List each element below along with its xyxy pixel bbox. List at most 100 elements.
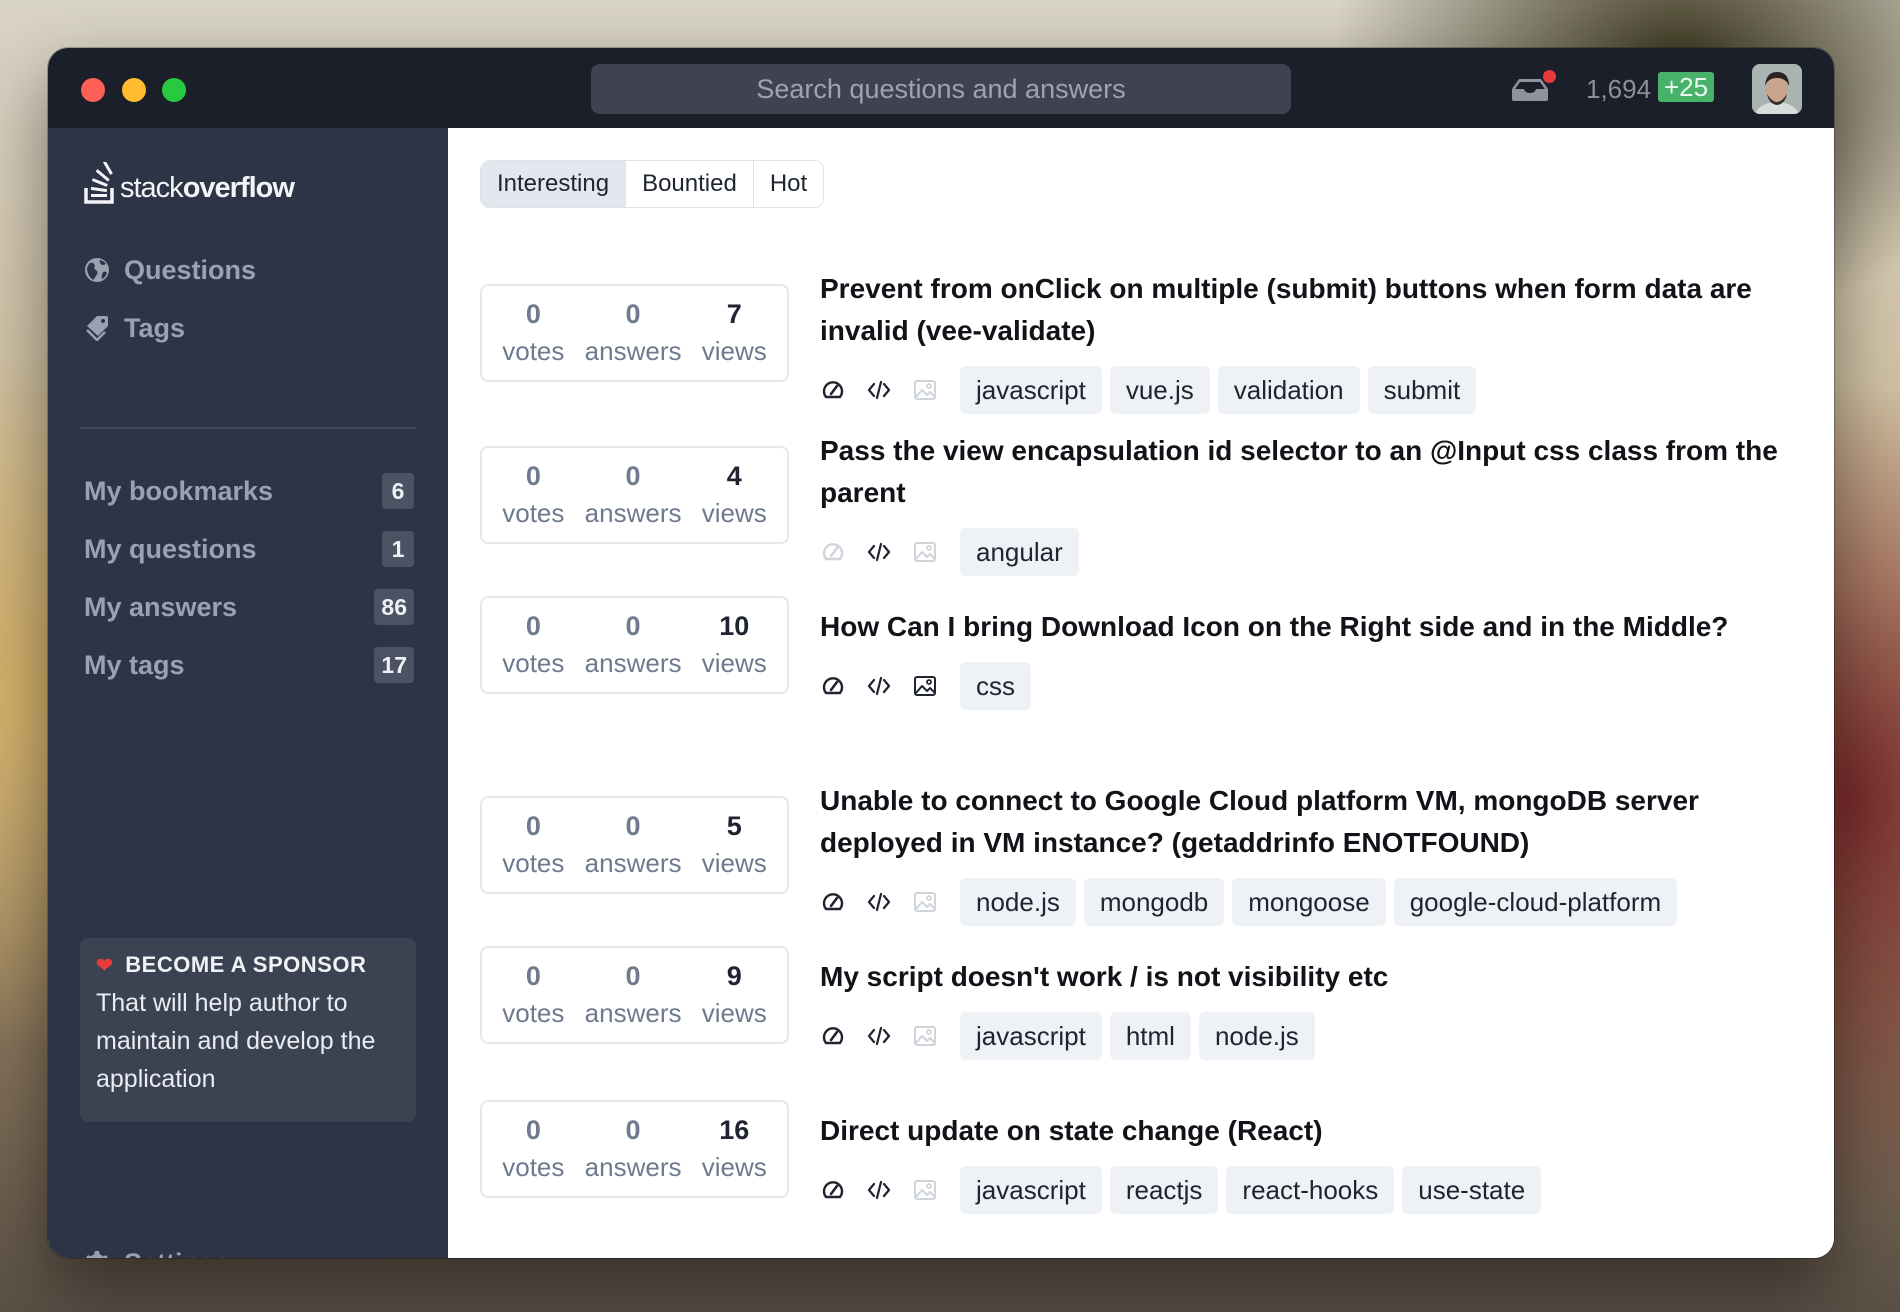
answers-label: answers [584, 336, 682, 366]
zoom-window-button[interactable] [162, 78, 186, 102]
tag-chip[interactable]: javascript [960, 1012, 1102, 1060]
votes-count: 0 [525, 611, 541, 641]
question-stats: 0 votes 0 answers 7 views [480, 284, 789, 382]
filter-tabs: Interesting Bountied Hot [480, 160, 825, 208]
question-meta: javascript reactjs react-hooks use-state [820, 1166, 1800, 1214]
question-title[interactable]: Unable to connect to Google Cloud platfo… [820, 780, 1800, 864]
sidebar-item-my-answers[interactable]: My answers 86 [84, 588, 414, 626]
sidebar-item-my-questions[interactable]: My questions 1 [84, 530, 414, 568]
views-stat: 16 views [702, 1112, 767, 1186]
search-input[interactable] [591, 64, 1291, 114]
sidebar-item-tags[interactable]: Tags [84, 308, 185, 348]
sidebar-item-settings[interactable]: Settings [84, 1243, 231, 1258]
tag-chip[interactable]: mongodb [1083, 878, 1225, 926]
tag-list: node.js mongodb mongoose google-cloud-platf… [960, 878, 1685, 926]
tag-chip[interactable]: html [1109, 1012, 1191, 1060]
tag-chip[interactable]: google-cloud-platform [1393, 878, 1678, 926]
views-stat: 10 views [702, 608, 767, 682]
tag-chip[interactable]: validation [1217, 366, 1360, 414]
answers-stat: 0 answers [585, 1112, 682, 1186]
tag-list: javascript vue.js validation submit [960, 366, 1484, 414]
answers-stat: 0 answers [585, 808, 682, 882]
question-title[interactable]: Pass the view encapsulation id selector … [820, 430, 1800, 514]
tag-chip[interactable]: node.js [960, 878, 1076, 926]
image-icon [914, 1180, 936, 1200]
votes-stat: 0 votes [502, 296, 564, 370]
answers-label: answers [584, 498, 682, 528]
tag-chip[interactable]: reactjs [1109, 1166, 1219, 1214]
tag-chip[interactable]: submit [1367, 366, 1477, 414]
tag-list: javascript reactjs react-hooks use-state [960, 1166, 1549, 1214]
close-window-button[interactable] [81, 78, 105, 102]
sidebar: stackoverflow Questions Tags My bookmark… [48, 128, 448, 1258]
count-badge: 17 [374, 647, 414, 683]
tag-chip[interactable]: vue.js [1109, 366, 1210, 414]
sidebar-item-label: Settings [124, 1248, 231, 1259]
tab-bountied[interactable]: Bountied [625, 161, 753, 207]
tag-chip[interactable]: angular [960, 528, 1079, 576]
code-icon [867, 676, 891, 696]
answers-stat: 0 answers [585, 958, 682, 1032]
question-title[interactable]: How Can I bring Download Icon on the Rig… [820, 606, 1800, 648]
votes-label: votes [502, 336, 565, 366]
tag-chip[interactable]: use-state [1402, 1166, 1542, 1214]
views-stat: 4 views [702, 458, 767, 532]
logo-text-light: stack [120, 172, 184, 204]
views-label: views [701, 336, 767, 366]
minimize-window-button[interactable] [122, 78, 146, 102]
gauge-icon [822, 543, 844, 561]
code-icon [867, 892, 891, 912]
stackoverflow-logo[interactable]: stackoverflow [84, 158, 295, 204]
answers-count: 0 [625, 1115, 641, 1145]
gauge-icon [822, 893, 844, 911]
globe-icon [85, 258, 109, 282]
votes-label: votes [502, 498, 565, 528]
votes-count: 0 [525, 1115, 541, 1145]
sponsor-card[interactable]: ❤ BECOME A SPONSOR That will help author… [80, 938, 416, 1122]
code-icon [867, 1180, 891, 1200]
answers-stat: 0 answers [585, 608, 682, 682]
tag-chip[interactable]: react-hooks [1226, 1166, 1395, 1214]
question-body: My script doesn't work / is not visibili… [820, 956, 1800, 1060]
answers-label: answers [584, 998, 682, 1028]
gauge-icon [822, 1027, 844, 1045]
tag-list: javascript html node.js [960, 1012, 1323, 1060]
sidebar-item-my-bookmarks[interactable]: My bookmarks 6 [84, 472, 414, 510]
tag-chip[interactable]: javascript [960, 366, 1102, 414]
views-label: views [701, 648, 767, 678]
question-meta: node.js mongodb mongoose google-cloud-platf… [820, 878, 1800, 926]
question-stats: 0 votes 0 answers 5 views [480, 796, 789, 894]
reputation-count: 1,694 [1586, 74, 1652, 104]
tab-interesting[interactable]: Interesting [481, 161, 626, 207]
question-body: Direct update on state change (React) ja… [820, 1110, 1800, 1214]
tag-chip[interactable]: node.js [1198, 1012, 1315, 1060]
sidebar-item-questions[interactable]: Questions [84, 250, 256, 290]
user-avatar[interactable] [1752, 64, 1802, 114]
answers-label: answers [584, 848, 682, 878]
question-title[interactable]: Direct update on state change (React) [820, 1110, 1800, 1152]
question-flags [820, 1023, 958, 1049]
titlebar: 1,694 +25 [48, 48, 1834, 128]
answers-count: 0 [625, 461, 641, 491]
votes-stat: 0 votes [502, 608, 564, 682]
votes-stat: 0 votes [502, 458, 564, 532]
question-flags [820, 539, 958, 565]
tab-hot[interactable]: Hot [752, 161, 824, 207]
sidebar-item-my-tags[interactable]: My tags 17 [84, 646, 414, 684]
gauge-icon [822, 677, 844, 695]
views-label: views [701, 498, 767, 528]
votes-count: 0 [525, 299, 541, 329]
tag-chip[interactable]: mongoose [1232, 878, 1386, 926]
question-flags [820, 1177, 958, 1203]
inbox-icon[interactable] [1511, 78, 1549, 102]
app-window: 1,694 +25 stackoverflow [48, 48, 1834, 1258]
tag-chip[interactable]: javascript [960, 1166, 1102, 1214]
heart-icon: ❤ [96, 954, 114, 977]
question-title[interactable]: Prevent from onClick on multiple (submit… [820, 268, 1800, 352]
votes-stat: 0 votes [502, 958, 564, 1032]
views-stat: 9 views [702, 958, 767, 1032]
question-title[interactable]: My script doesn't work / is not visibili… [820, 956, 1800, 998]
views-count: 4 [726, 461, 742, 491]
tag-chip[interactable]: css [960, 662, 1031, 710]
code-icon [867, 380, 891, 400]
